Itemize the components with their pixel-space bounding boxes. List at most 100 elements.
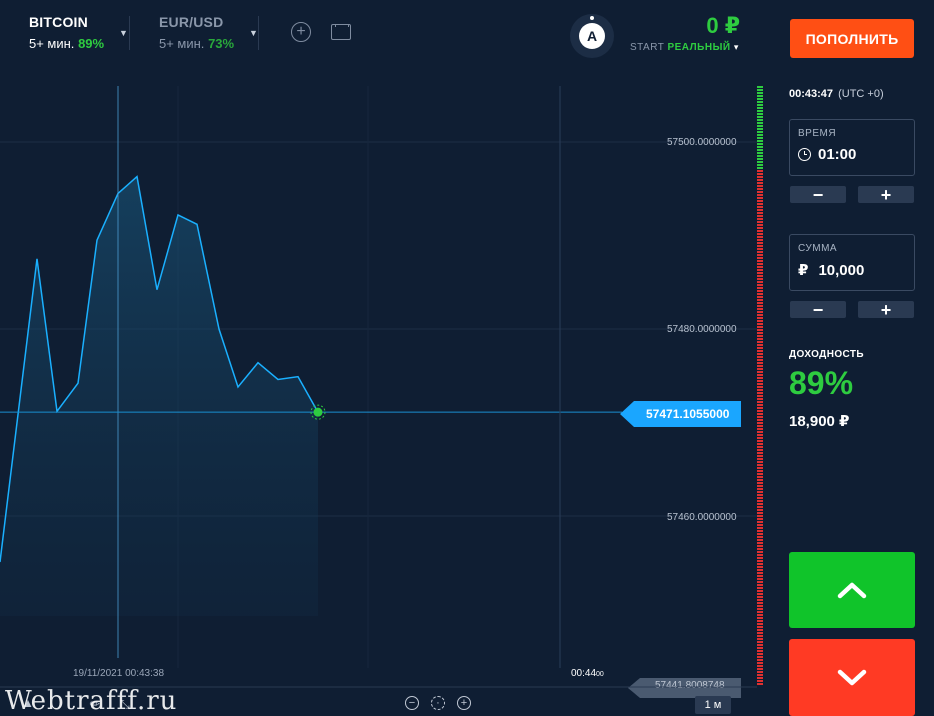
top-bar: BITCOIN 5+ мин. 89% ▼ EUR/USD 5+ мин. 73… <box>0 0 934 68</box>
timeframe-button[interactable]: 1 м <box>695 696 731 714</box>
divider <box>258 16 259 50</box>
sentiment-down-segment <box>757 230 763 232</box>
sentiment-down-segment <box>757 404 763 406</box>
asset-payout: 89% <box>78 36 105 51</box>
time-increase-button[interactable]: + <box>858 186 914 204</box>
sentiment-down-segment <box>757 551 763 553</box>
sentiment-bar <box>757 86 763 685</box>
amount-decrease-button[interactable]: − <box>790 301 846 319</box>
sentiment-down-segment <box>757 377 763 379</box>
sentiment-down-segment <box>757 284 763 286</box>
amount-increase-button[interactable]: + <box>858 301 914 319</box>
sentiment-down-segment <box>757 416 763 418</box>
sentiment-down-segment <box>757 473 763 475</box>
amount-field[interactable]: СУММА ₽ 10,000 <box>789 234 915 291</box>
current-price-dot-core <box>313 407 323 417</box>
sentiment-down-segment <box>757 185 763 187</box>
sentiment-down-segment <box>757 458 763 460</box>
chevron-down-icon: ▾ <box>733 42 739 52</box>
sentiment-down-segment <box>757 587 763 589</box>
sentiment-down-segment <box>757 287 763 289</box>
sentiment-down-segment <box>757 203 763 205</box>
sentiment-down-segment <box>757 335 763 337</box>
y-axis-label: 57500.0000000 <box>667 137 737 148</box>
amount-value-row: ₽ 10,000 <box>798 261 864 280</box>
window-icon <box>331 24 351 40</box>
zoom-out-button[interactable]: − <box>405 696 419 710</box>
sentiment-down-segment <box>757 305 763 307</box>
sentiment-down-segment <box>757 170 763 172</box>
sentiment-up-segment <box>757 110 763 112</box>
sentiment-down-segment <box>757 515 763 517</box>
time-decrease-button[interactable]: − <box>790 186 846 204</box>
sentiment-up-segment <box>757 92 763 94</box>
chevron-down-icon[interactable]: ▼ <box>249 28 258 38</box>
sentiment-down-segment <box>757 593 763 595</box>
sentiment-down-segment <box>757 359 763 361</box>
chevron-down-icon[interactable]: ▼ <box>119 28 128 38</box>
sentiment-down-segment <box>757 293 763 295</box>
sentiment-down-segment <box>757 641 763 643</box>
sentiment-down-segment <box>757 608 763 610</box>
sentiment-down-segment <box>757 617 763 619</box>
put-down-button[interactable] <box>789 639 915 716</box>
zoom-in-button[interactable]: + <box>457 696 471 710</box>
deposit-button[interactable]: ПОПОЛНИТЬ <box>790 19 914 58</box>
sentiment-up-segment <box>757 95 763 97</box>
sentiment-down-segment <box>757 467 763 469</box>
account-start: START <box>630 42 665 53</box>
asset-tab-bitcoin[interactable]: BITCOIN 5+ мин. 89% <box>29 14 104 51</box>
account-selector[interactable]: START РЕАЛЬНЫЙ ▾ <box>630 42 739 53</box>
price-chart[interactable]: 57500.0000000 57480.0000000 57460.000000… <box>0 68 757 716</box>
sentiment-down-segment <box>757 581 763 583</box>
sentiment-down-segment <box>757 212 763 214</box>
sentiment-up-segment <box>757 107 763 109</box>
price-area <box>0 176 318 616</box>
sentiment-down-segment <box>757 632 763 634</box>
reset-zoom-button[interactable]: · <box>431 696 445 710</box>
balance: 0 ₽ <box>706 13 740 38</box>
sentiment-down-segment <box>757 521 763 523</box>
sentiment-down-segment <box>757 644 763 646</box>
sentiment-up-segment <box>757 86 763 88</box>
sentiment-up-segment <box>757 167 763 169</box>
sentiment-down-segment <box>757 347 763 349</box>
avatar[interactable]: A <box>570 14 614 58</box>
avatar-letter: A <box>579 23 605 49</box>
call-up-button[interactable] <box>789 552 915 628</box>
sentiment-up-segment <box>757 134 763 136</box>
sentiment-down-segment <box>757 197 763 199</box>
time-field[interactable]: ВРЕМЯ 01:00 <box>789 119 915 176</box>
divider <box>129 16 130 50</box>
layout-button[interactable] <box>331 22 351 40</box>
sentiment-down-segment <box>757 188 763 190</box>
sentiment-down-segment <box>757 227 763 229</box>
amount-label: СУММА <box>798 243 838 254</box>
sentiment-down-segment <box>757 308 763 310</box>
sentiment-down-segment <box>757 485 763 487</box>
sentiment-down-segment <box>757 557 763 559</box>
asset-tab-eurusd[interactable]: EUR/USD 5+ мин. 73% <box>159 14 234 51</box>
sentiment-down-segment <box>757 239 763 241</box>
profit-percent: 89% <box>789 365 854 401</box>
sentiment-up-segment <box>757 158 763 160</box>
y-axis-label: 57480.0000000 <box>667 324 737 335</box>
sentiment-up-segment <box>757 113 763 115</box>
sentiment-down-segment <box>757 494 763 496</box>
time-value: 01:00 <box>818 146 857 163</box>
sentiment-up-segment <box>757 101 763 103</box>
asset-meta: 5+ мин. 89% <box>29 36 104 51</box>
sentiment-down-segment <box>757 323 763 325</box>
sentiment-down-segment <box>757 278 763 280</box>
sentiment-down-segment <box>757 629 763 631</box>
sentiment-down-segment <box>757 380 763 382</box>
sentiment-down-segment <box>757 320 763 322</box>
sentiment-down-segment <box>757 560 763 562</box>
sentiment-down-segment <box>757 491 763 493</box>
profit-amount: 18,900 ₽ <box>789 413 850 430</box>
profit-label: ДОХОДНОСТЬ <box>789 349 864 360</box>
sentiment-down-segment <box>757 269 763 271</box>
add-asset-button[interactable]: + <box>291 22 311 42</box>
sentiment-up-segment <box>757 122 763 124</box>
sentiment-down-segment <box>757 392 763 394</box>
